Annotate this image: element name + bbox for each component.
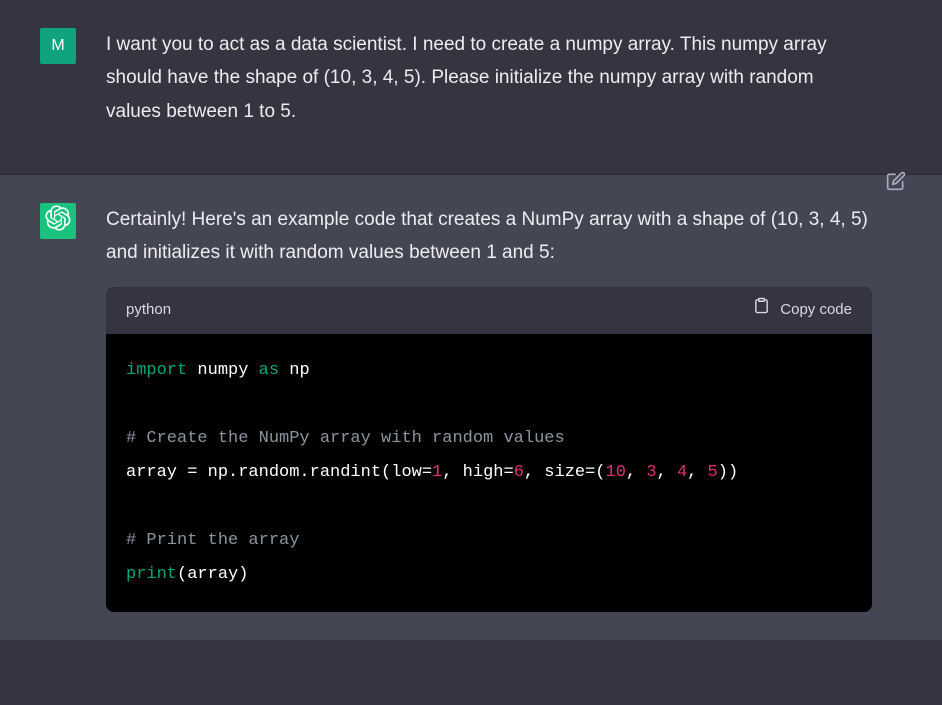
code-token: , [687,463,707,482]
code-header: python Copy code [106,287,872,333]
edit-icon [886,175,906,196]
code-token: (array) [177,565,248,584]
openai-logo-icon [45,205,71,236]
user-content: I want you to act as a data scientist. I… [106,28,902,146]
code-token: 4 [677,463,687,482]
code-token: 5 [708,463,718,482]
code-token: 10 [606,463,626,482]
code-token: 6 [514,463,524,482]
assistant-avatar [40,203,76,239]
code-token: print [126,565,177,584]
code-token: # Create the NumPy array with random val… [126,429,565,448]
assistant-message: Certainly! Here's an example code that c… [0,175,942,641]
code-token: as [259,361,279,380]
edit-button[interactable] [886,169,906,202]
user-text: I want you to act as a data scientist. I… [106,28,872,128]
copy-code-label: Copy code [780,297,852,323]
copy-code-button[interactable]: Copy code [753,297,852,323]
code-token: , size=( [524,463,606,482]
clipboard-icon [753,297,770,323]
user-avatar-initial: M [51,37,64,55]
user-message: M I want you to act as a data scientist.… [0,0,942,175]
code-language-label: python [126,297,171,323]
code-body: import numpy as np # Create the NumPy ar… [106,334,872,612]
code-token: np [289,361,309,380]
code-token: numpy [197,361,248,380]
code-token: array = np.random.randint(low= [126,463,432,482]
code-token: , high= [442,463,513,482]
code-token: , [657,463,677,482]
code-token: )) [718,463,738,482]
code-token: 3 [646,463,656,482]
code-token: # Print the array [126,531,299,550]
assistant-intro: Certainly! Here's an example code that c… [106,203,872,270]
user-avatar: M [40,28,76,64]
code-block: python Copy code import numpy as np # Cr… [106,287,872,611]
assistant-content: Certainly! Here's an example code that c… [106,203,902,612]
code-token: , [626,463,646,482]
code-token: 1 [432,463,442,482]
code-token: import [126,361,187,380]
